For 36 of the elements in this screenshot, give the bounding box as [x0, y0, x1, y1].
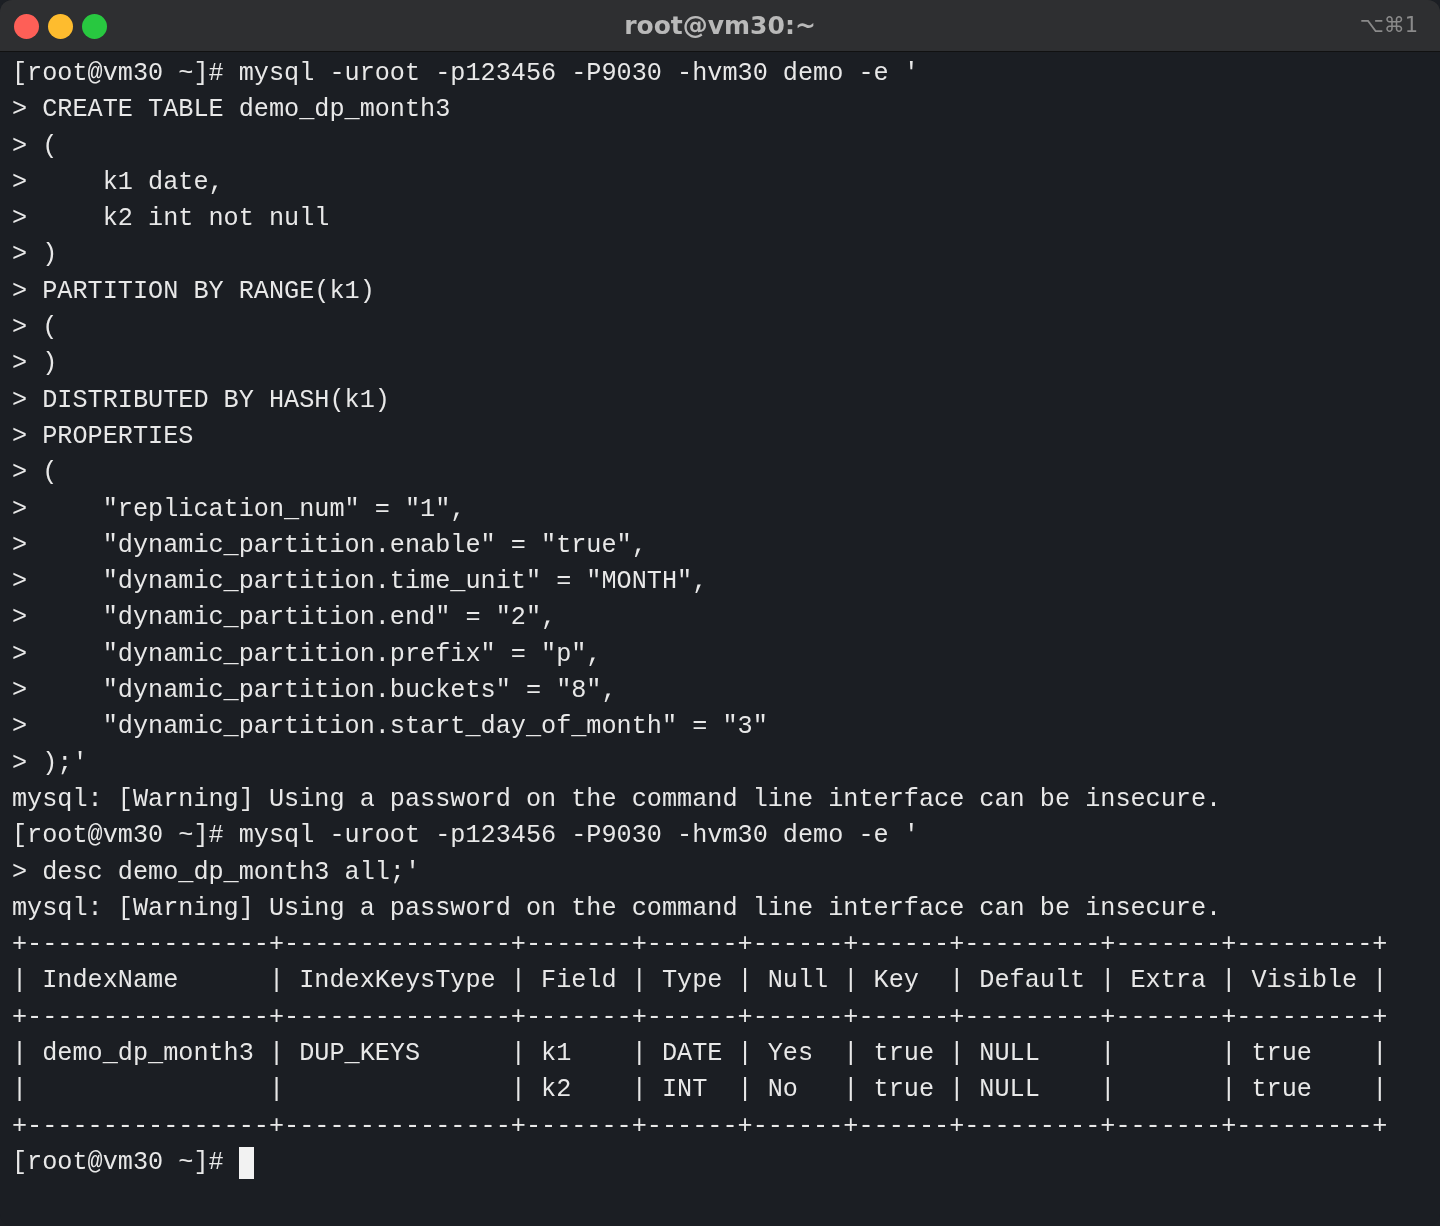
terminal-line: [root@vm30 ~]# mysql -uroot -p123456 -P9030 -hvm30 demo -e ' [12, 58, 919, 90]
terminal-line: > PROPERTIES [12, 420, 194, 453]
terminal-line: > "dynamic_partition.time_unit" = "MONTH", [12, 566, 708, 599]
terminal-line: | IndexName | IndexKeysType | Field | Type | Null | Key | Default | Extra | Visible | [12, 965, 1388, 998]
terminal-line: [root@vm30 ~]# mysql -uroot -p123456 -P9030 -hvm30 demo -e ' [12, 820, 919, 853]
terminal-line: > "dynamic_partition.buckets" = "8", [12, 675, 617, 708]
terminal-line: > desc demo_dp_month3 all;' [12, 856, 421, 889]
window-title: root@vm30:~ [624, 9, 816, 42]
terminal-line: > "dynamic_partition.end" = "2", [12, 602, 557, 635]
terminal-line: > "replication_num" = "1", [12, 493, 466, 526]
terminal-line: | | | k2 | INT | No | true | NULL | | true | [12, 1074, 1388, 1107]
terminal-line: +----------------+---------------+-------+------+------+------+---------+-------+---------+ [12, 1110, 1388, 1143]
terminal-line: | demo_dp_month3 | DUP_KEYS | k1 | DATE | Yes | true | NULL | | true | [12, 1038, 1388, 1070]
terminal-line: > "dynamic_partition.start_day_of_month" = "3" [12, 711, 768, 744]
terminal-line: mysql: [Warning] Using a password on the command line interface can be insecure. [12, 892, 1222, 925]
terminal-line: > "dynamic_partition.prefix" = "p", [12, 638, 602, 671]
terminal-line: > ) [12, 239, 58, 272]
terminal-line: > "dynamic_partition.enable" = "true", [12, 529, 647, 562]
terminal-line: > ( [12, 457, 58, 490]
terminal-line: > ( [12, 312, 58, 345]
terminal-line: +----------------+---------------+-------+------+------+------+---------+-------+---------+ [12, 1001, 1388, 1034]
terminal-line: > PARTITION BY RANGE(k1) [12, 275, 375, 308]
zoom-icon[interactable] [82, 14, 107, 39]
terminal-line: mysql: [Warning] Using a password on the command line interface can be insecure. [12, 783, 1222, 816]
terminal-line: > ) [12, 348, 58, 381]
minimize-icon[interactable] [48, 14, 73, 39]
terminal-line: > ( [12, 130, 58, 163]
terminal-line: > k2 int not null [12, 203, 330, 236]
shell-prompt: [root@vm30 ~]# [12, 1146, 224, 1179]
terminal-line: > );' [12, 747, 88, 780]
terminal-line: > DISTRIBUTED BY HASH(k1) [12, 384, 390, 417]
shortcut-label: ⌥⌘1 [1359, 12, 1418, 39]
terminal-line: +----------------+---------------+-------+------+------+------+---------+-------+---------+ [12, 929, 1388, 962]
terminal-line: > CREATE TABLE demo_dp_month3 [12, 94, 451, 127]
close-icon[interactable] [14, 14, 39, 39]
terminal-line: > k1 date, [12, 166, 224, 199]
